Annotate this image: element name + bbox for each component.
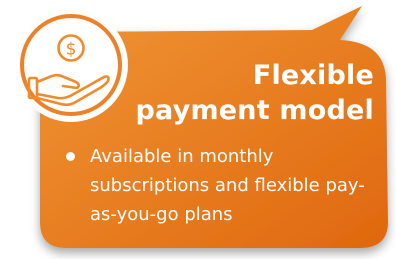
card-title: Flexible payment model [114, 58, 374, 128]
svg-text:$: $ [66, 40, 77, 60]
feature-list: Available in monthly subscriptions and f… [66, 142, 382, 229]
hand-holding-dollar-icon: $ [12, 6, 130, 124]
card-title-line2: payment model [135, 95, 374, 126]
list-item: Available in monthly subscriptions and f… [66, 142, 382, 229]
bullet-dot-icon [66, 152, 75, 161]
card-title-line1: Flexible [252, 60, 374, 91]
list-item-text: Available in monthly subscriptions and f… [90, 146, 365, 225]
